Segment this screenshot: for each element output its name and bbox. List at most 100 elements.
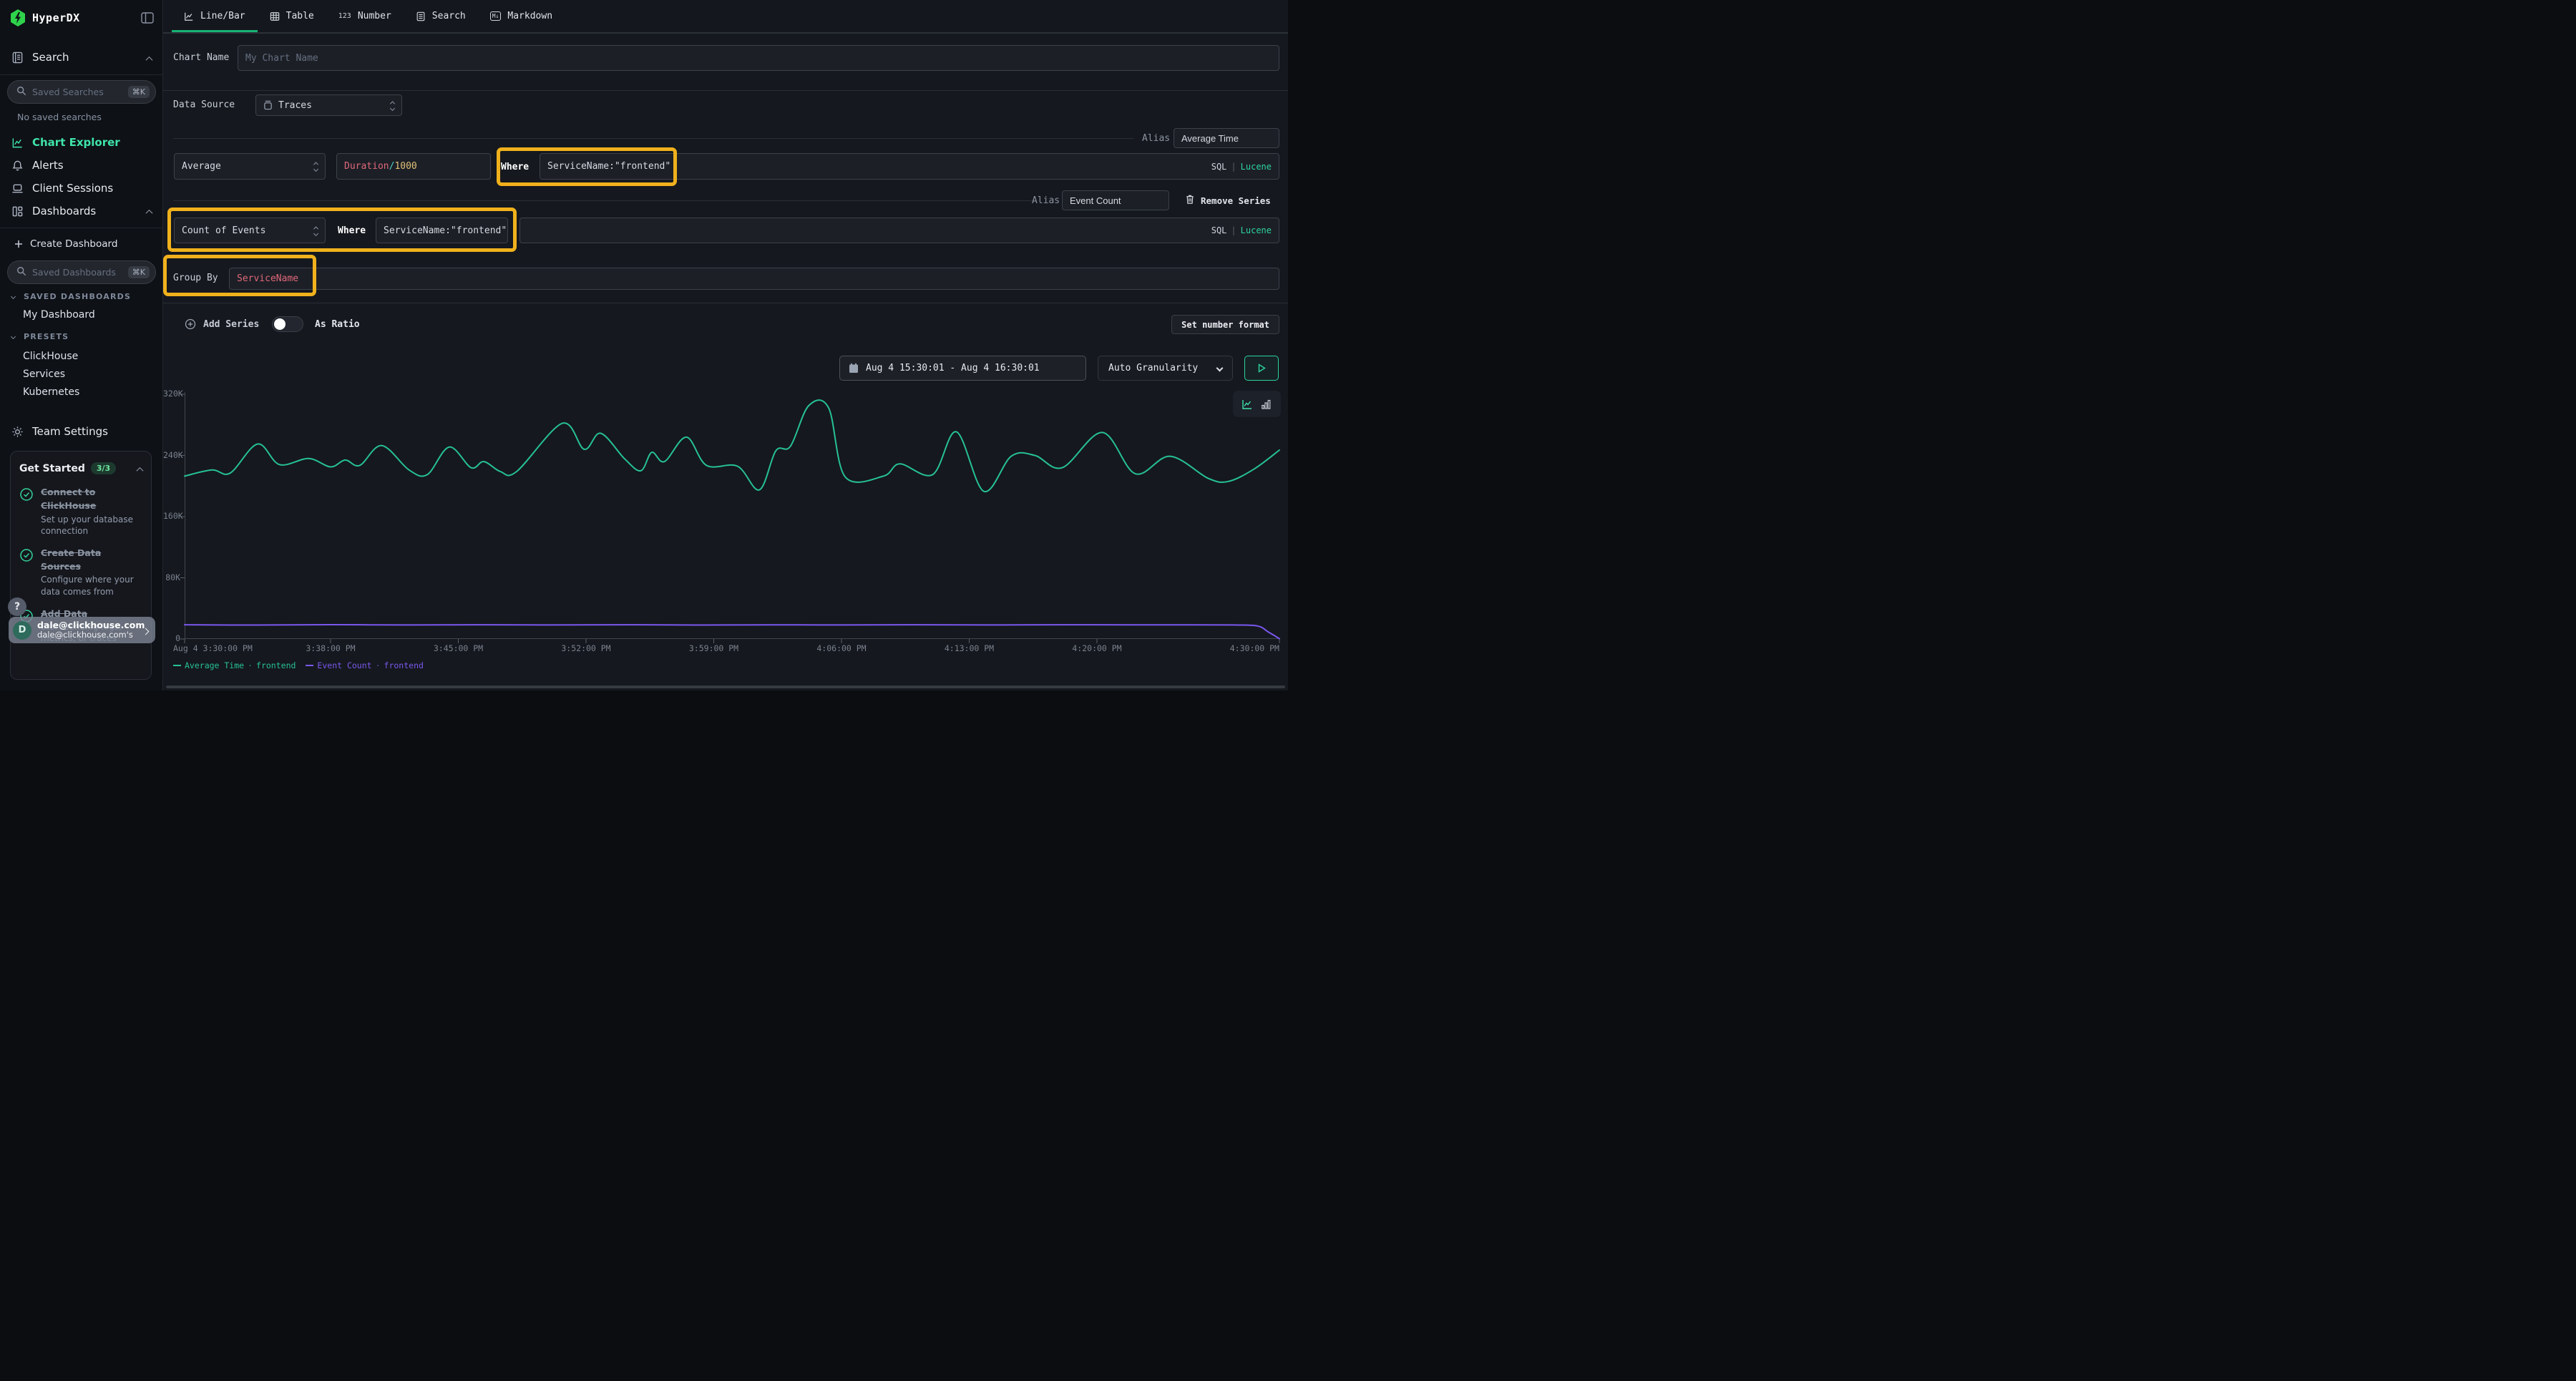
plus-circle-icon	[185, 318, 196, 330]
line-chart-icon	[184, 11, 194, 21]
chevron-up-icon[interactable]	[137, 462, 142, 475]
as-ratio-label: As Ratio	[315, 319, 360, 330]
get-started-item[interactable]: Create Data Sources Configure where your…	[19, 545, 142, 597]
help-button[interactable]: ?	[8, 597, 26, 616]
sidebar-item-my-dashboard[interactable]: My Dashboard	[23, 309, 95, 321]
sidebar-item-label: Client Sessions	[32, 182, 113, 195]
chevron-down-icon	[11, 294, 16, 299]
group-by-input[interactable]: ServiceName	[229, 268, 1279, 290]
sidebar-item-dashboards[interactable]: Dashboards	[0, 200, 163, 222]
database-icon	[263, 100, 273, 110]
chart-plot-area[interactable]	[185, 392, 1279, 647]
sidebar-item-chart-explorer[interactable]: Chart Explorer	[0, 132, 163, 153]
sidebar-item-label: Chart Explorer	[32, 136, 120, 149]
series2-where-input[interactable]: ServiceName:"frontend"	[376, 218, 508, 243]
chart-name-label: Chart Name	[173, 52, 229, 63]
shortcut-badge: ⌘K	[128, 86, 150, 98]
data-source-select[interactable]: Traces	[255, 94, 402, 116]
legend-item[interactable]: Event Count·frontend	[306, 660, 424, 670]
hyperdx-chart-explorer-screen: HyperDX Search Saved Searches ⌘K No save…	[0, 0, 1288, 690]
sidebar-item-clickhouse[interactable]: ClickHouse	[23, 351, 78, 362]
tab-markdown[interactable]: M↓ Markdown	[478, 0, 565, 32]
chevron-down-icon	[1217, 363, 1222, 374]
legend-dash-icon	[173, 665, 181, 666]
remove-series-button[interactable]: Remove Series	[1185, 194, 1271, 207]
add-series-button[interactable]: Add Series	[185, 315, 259, 333]
legend-series-name: Event Count	[317, 660, 371, 670]
as-ratio-label-wrap: As Ratio	[315, 315, 360, 333]
as-ratio-toggle[interactable]	[272, 316, 303, 332]
series2-extra-input[interactable]: SQL|Lucene	[519, 218, 1279, 243]
sidebar-item-services[interactable]: Services	[23, 369, 65, 380]
chart-type-toggle[interactable]	[1233, 391, 1281, 417]
team-settings-label: Team Settings	[32, 425, 108, 438]
gear-icon	[11, 426, 24, 438]
where-label: Where	[501, 162, 529, 172]
y-axis-label: 240K	[163, 450, 180, 460]
dashboard-icon	[11, 205, 24, 218]
sidebar-section-search[interactable]: Search	[0, 46, 163, 69]
aggregation-value: Average	[182, 161, 221, 172]
chevron-up-icon	[147, 51, 152, 64]
tab-label: Line/Bar	[200, 11, 245, 21]
sidebar-item-alerts[interactable]: Alerts	[0, 155, 163, 176]
saved-dashboards-section[interactable]: SAVED DASHBOARDS	[11, 292, 131, 301]
saved-searches-input[interactable]: Saved Searches ⌘K	[7, 80, 156, 104]
no-saved-searches-text: No saved searches	[17, 112, 102, 122]
series1-aggregation-select[interactable]: Average	[174, 153, 326, 180]
tab-line-bar[interactable]: Line/Bar	[172, 0, 258, 32]
tab-number[interactable]: 123 Number	[326, 0, 404, 32]
user-menu[interactable]: D dale@clickhouse.com dale@clickhouse.co…	[9, 617, 155, 643]
sql-mode-toggle[interactable]: SQL	[1211, 162, 1227, 172]
sidebar-item-client-sessions[interactable]: Client Sessions	[0, 177, 163, 199]
get-started-title: Get Started	[19, 463, 85, 474]
chevron-up-icon	[147, 205, 152, 218]
granularity-select[interactable]: Auto Granularity	[1098, 356, 1233, 381]
chart-name-input[interactable]: My Chart Name	[238, 45, 1279, 71]
tab-search[interactable]: Search	[404, 0, 478, 32]
section-label: SAVED DASHBOARDS	[24, 292, 131, 301]
get-started-item[interactable]: Connect to ClickHouse Set up your databa…	[19, 484, 142, 537]
trash-icon	[1185, 194, 1195, 207]
series2-alias-input[interactable]	[1062, 190, 1169, 210]
sql-mode-toggle[interactable]: SQL	[1211, 225, 1227, 235]
time-range-value: Aug 4 15:30:01 - Aug 4 16:30:01	[866, 363, 1040, 374]
sidebar-item-label: Alerts	[32, 159, 64, 172]
markdown-icon: M↓	[490, 11, 502, 21]
saved-dashboards-input[interactable]: Saved Dashboards ⌘K	[7, 260, 156, 284]
divider	[173, 200, 1033, 201]
field-token: Duration	[344, 161, 389, 172]
document-lines-icon	[416, 11, 426, 21]
create-dashboard-button[interactable]: Create Dashboard	[0, 235, 163, 253]
series2-aggregation-select[interactable]: Count of Events	[174, 218, 326, 243]
remove-series-label: Remove Series	[1201, 195, 1271, 206]
legend-item[interactable]: Average Time·frontend	[173, 660, 296, 670]
lucene-mode-toggle[interactable]: Lucene	[1241, 162, 1272, 172]
create-dashboard-label: Create Dashboard	[30, 238, 117, 250]
tab-table[interactable]: Table	[258, 0, 326, 32]
field-token: /	[389, 161, 395, 172]
tab-label: Table	[286, 11, 314, 21]
series1-alias-input[interactable]	[1174, 128, 1279, 148]
section-label: PRESETS	[24, 332, 69, 341]
sidebar-item-kubernetes[interactable]: Kubernetes	[23, 386, 79, 398]
select-chevrons-icon	[391, 101, 394, 110]
legend-separator: ·	[376, 660, 381, 670]
sidebar-collapse-icon[interactable]	[141, 12, 154, 24]
run-query-button[interactable]	[1244, 356, 1279, 381]
series1-where-input[interactable]: ServiceName:"frontend" SQL|Lucene	[540, 153, 1279, 180]
horizontal-scrollbar[interactable]	[166, 685, 1285, 688]
where-value: ServiceName:"frontend"	[384, 225, 507, 236]
presets-section[interactable]: PRESETS	[11, 332, 69, 341]
check-circle-icon	[19, 548, 34, 565]
series1-field-input[interactable]: Duration/1000	[336, 153, 491, 180]
line-chart-type-icon	[1241, 399, 1253, 410]
number-123-icon: 123	[338, 12, 351, 20]
time-range-picker[interactable]: Aug 4 15:30:01 - Aug 4 16:30:01	[839, 356, 1086, 381]
sidebar: HyperDX Search Saved Searches ⌘K No save…	[0, 0, 163, 690]
legend-separator: ·	[248, 660, 253, 670]
set-number-format-button[interactable]: Set number format	[1171, 315, 1279, 334]
sidebar-item-team-settings[interactable]: Team Settings	[0, 421, 163, 442]
lucene-mode-toggle[interactable]: Lucene	[1241, 225, 1272, 235]
divider	[0, 74, 163, 75]
